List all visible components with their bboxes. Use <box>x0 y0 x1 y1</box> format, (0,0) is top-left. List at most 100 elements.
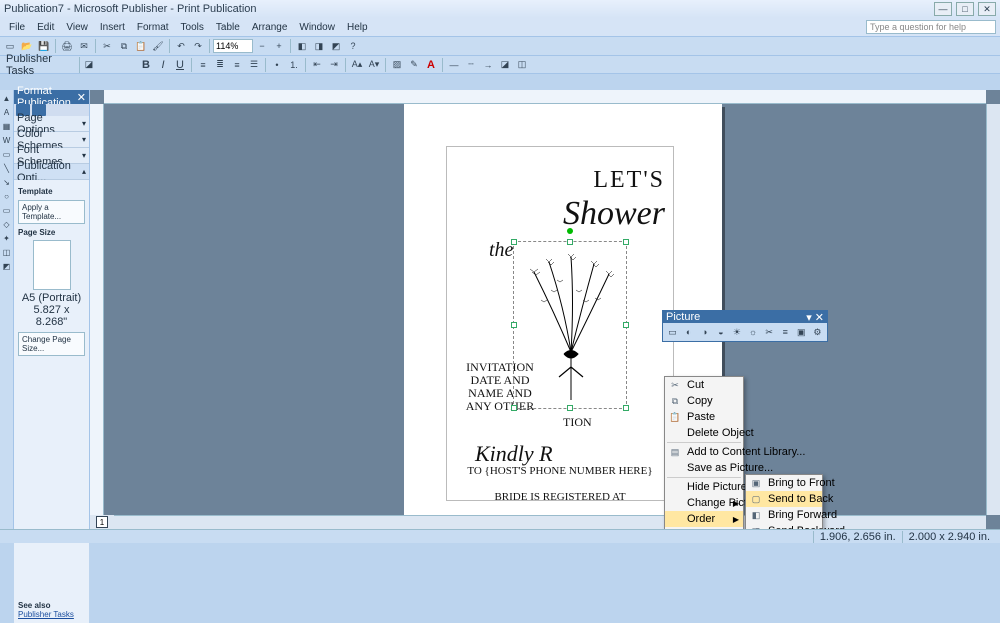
ctx-order[interactable]: Order▶ <box>665 511 743 527</box>
dash-style-icon[interactable]: ┄ <box>463 57 479 73</box>
text-the[interactable]: the <box>489 239 513 262</box>
zoom-in-icon[interactable]: + <box>271 38 287 54</box>
table-icon[interactable]: ▦ <box>1 120 13 132</box>
menu-table[interactable]: Table <box>211 21 245 34</box>
ctx-paste[interactable]: 📋Paste <box>665 409 743 425</box>
picture-icon[interactable]: ▭ <box>1 148 13 160</box>
indent-decrease-icon[interactable]: ⇤ <box>309 57 325 73</box>
bold-icon[interactable]: B <box>138 57 154 73</box>
apply-template-button[interactable]: Apply a Template... <box>18 200 85 224</box>
ctx-copy[interactable]: ⧉Copy <box>665 393 743 409</box>
ctx-bring-forward[interactable]: ◧Bring Forward <box>746 507 822 523</box>
cut-icon[interactable]: ✂ <box>99 38 115 54</box>
pointer-icon[interactable]: ▲ <box>1 92 13 104</box>
menu-view[interactable]: View <box>61 21 93 34</box>
resize-handle[interactable] <box>567 405 573 411</box>
minimize-button[interactable]: — <box>934 2 952 16</box>
insert-picture-icon[interactable]: ▭ <box>665 324 680 340</box>
contrast-up-icon[interactable]: ◑ <box>697 324 712 340</box>
ctx-bring-front[interactable]: ▣Bring to Front <box>746 475 822 491</box>
italic-icon[interactable]: I <box>155 57 171 73</box>
menu-tools[interactable]: Tools <box>176 21 209 34</box>
text-lets[interactable]: LET'S <box>593 167 665 194</box>
text-wrap-icon[interactable]: ▣ <box>794 324 809 340</box>
picture-toolbar[interactable]: Picture▾ ✕ ▭ ◐ ◑ ◒ ☀ ☼ ✂ ≡ ▣ ⚙ <box>662 310 828 342</box>
color-icon[interactable]: ◐ <box>681 324 696 340</box>
text-bride[interactable]: BRIDE IS REGISTERED AT <box>447 491 673 503</box>
resize-handle[interactable] <box>567 239 573 245</box>
zoom-combo[interactable]: 114% <box>213 39 253 53</box>
paste-icon[interactable]: 📋 <box>133 38 149 54</box>
menu-edit[interactable]: Edit <box>32 21 59 34</box>
change-pagesize-button[interactable]: Change Page Size... <box>18 332 85 356</box>
selected-picture[interactable] <box>513 241 627 409</box>
toolbar-icon[interactable]: ◩ <box>328 38 344 54</box>
wordart-icon[interactable]: W <box>1 134 13 146</box>
undo-icon[interactable]: ↶ <box>173 38 189 54</box>
design-gallery-icon[interactable]: ◫ <box>1 246 13 258</box>
maximize-button[interactable]: □ <box>956 2 974 16</box>
justify-icon[interactable]: ☰ <box>246 57 262 73</box>
ctx-save-as-picture[interactable]: Save as Picture... <box>665 460 743 476</box>
menu-help[interactable]: Help <box>342 21 373 34</box>
numbering-icon[interactable]: 1. <box>286 57 302 73</box>
line-style-icon[interactable]: — <box>446 57 462 73</box>
ctx-add-library[interactable]: ▤Add to Content Library... <box>665 444 743 460</box>
underline-icon[interactable]: U <box>172 57 188 73</box>
3d-icon[interactable]: ◫ <box>514 57 530 73</box>
ctx-cut[interactable]: ✂Cut <box>665 377 743 393</box>
brightness-up-icon[interactable]: ☀ <box>729 324 744 340</box>
contrast-down-icon[interactable]: ◒ <box>713 324 728 340</box>
line-icon[interactable]: ╲ <box>1 162 13 174</box>
close-button[interactable]: ✕ <box>978 2 996 16</box>
oval-icon[interactable]: ○ <box>1 190 13 202</box>
page-navigator[interactable]: 1 <box>90 515 114 529</box>
indent-increase-icon[interactable]: ⇥ <box>326 57 342 73</box>
text-to[interactable]: TO {HOST'S PHONE NUMBER HERE} <box>447 465 673 477</box>
task-pane-close-icon[interactable]: ✕ <box>77 91 86 104</box>
ctx-change-picture[interactable]: Change Picture▶ <box>665 495 743 511</box>
page-number[interactable]: 1 <box>96 516 108 528</box>
help-icon[interactable]: ? <box>345 38 361 54</box>
brightness-down-icon[interactable]: ☼ <box>745 324 760 340</box>
resize-handle[interactable] <box>623 239 629 245</box>
line-style-icon[interactable]: ≡ <box>778 324 793 340</box>
resize-handle[interactable] <box>511 239 517 245</box>
menu-insert[interactable]: Insert <box>95 21 130 34</box>
redo-icon[interactable]: ↷ <box>190 38 206 54</box>
resize-handle[interactable] <box>511 322 517 328</box>
menu-window[interactable]: Window <box>294 21 340 34</box>
textbox-icon[interactable]: A <box>1 106 13 118</box>
format-painter-icon[interactable]: 🖌 <box>150 38 166 54</box>
menu-file[interactable]: File <box>4 21 30 34</box>
align-left-icon[interactable]: ≡ <box>195 57 211 73</box>
arrow-style-icon[interactable]: → <box>480 57 496 73</box>
menu-format[interactable]: Format <box>132 21 174 34</box>
text-kindly[interactable]: Kindly R <box>475 441 553 467</box>
vertical-scrollbar[interactable] <box>986 104 1000 515</box>
shadow-icon[interactable]: ◪ <box>497 57 513 73</box>
text-shower[interactable]: Shower <box>563 195 665 233</box>
see-also-link[interactable]: Publisher Tasks <box>18 610 85 619</box>
help-search-input[interactable]: Type a question for help <box>866 20 996 34</box>
canvas[interactable]: LET'S Shower the INVITATION DATE AND NAM… <box>104 104 986 515</box>
item-library-icon[interactable]: ◩ <box>1 260 13 272</box>
font-size-up-icon[interactable]: A▴ <box>349 57 365 73</box>
horizontal-scrollbar[interactable] <box>104 515 986 529</box>
text-tion[interactable]: TION <box>563 415 592 430</box>
line-color-icon[interactable]: ✎ <box>406 57 422 73</box>
rotate-handle[interactable] <box>567 228 573 234</box>
resize-handle[interactable] <box>511 405 517 411</box>
bullets-icon[interactable]: • <box>269 57 285 73</box>
font-size-down-icon[interactable]: A▾ <box>366 57 382 73</box>
format-picture-icon[interactable]: ⚙ <box>810 324 825 340</box>
fill-color-icon[interactable]: ▨ <box>389 57 405 73</box>
autoshapes-icon[interactable]: ◇ <box>1 218 13 230</box>
ctx-send-back[interactable]: ▢Send to Back <box>746 491 822 507</box>
rectangle-icon[interactable]: ▭ <box>1 204 13 216</box>
copy-icon[interactable]: ⧉ <box>116 38 132 54</box>
ctx-delete[interactable]: Delete Object <box>665 425 743 441</box>
arrow-icon[interactable]: ↘ <box>1 176 13 188</box>
crop-icon[interactable]: ✂ <box>762 324 777 340</box>
toolbar-icon[interactable]: ◪ <box>81 57 97 73</box>
